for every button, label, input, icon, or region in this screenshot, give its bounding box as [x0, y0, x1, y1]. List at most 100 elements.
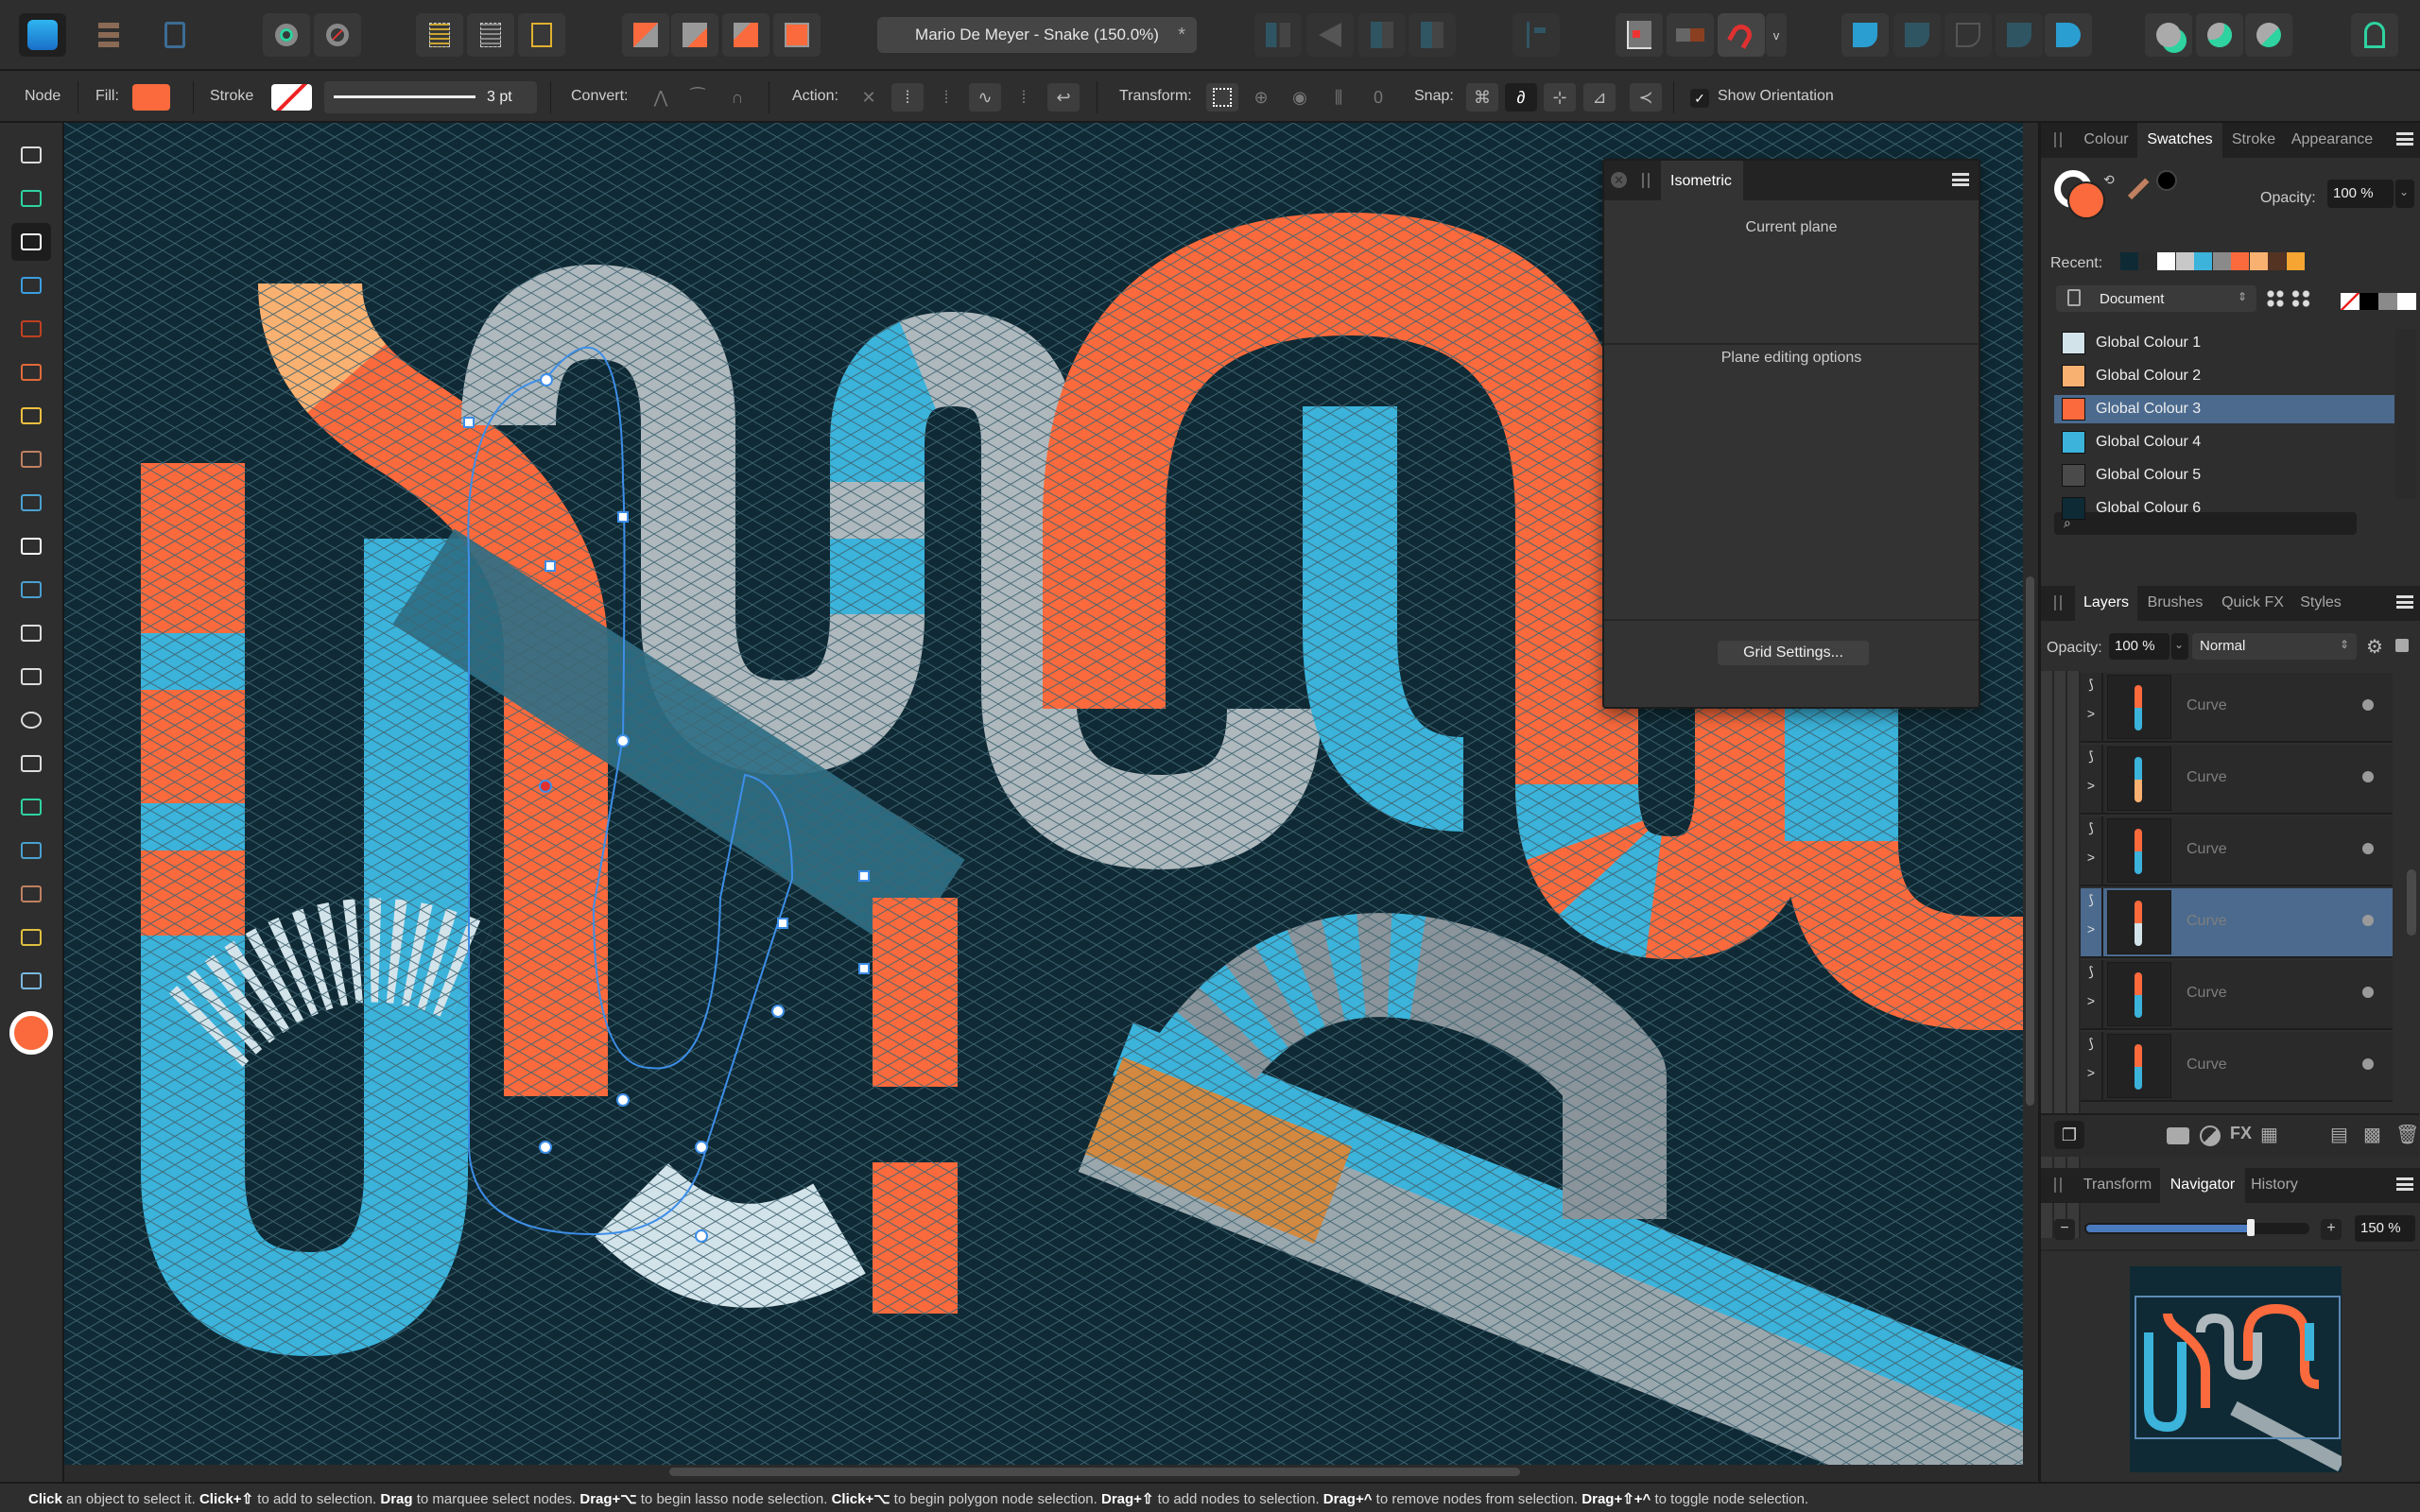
- ellipse-tool-icon[interactable]: [11, 701, 51, 739]
- visibility-toggle[interactable]: [2362, 915, 2374, 926]
- expand-chevron-icon[interactable]: >: [2081, 993, 2101, 1008]
- recent-swatch[interactable]: [2249, 252, 2268, 270]
- insert-behind-icon[interactable]: [2145, 13, 2192, 57]
- swatch-list-scrollbar[interactable]: [2395, 329, 2416, 499]
- quick-swatch[interactable]: [2378, 293, 2397, 310]
- shape-builder-tool-icon[interactable]: [11, 788, 51, 826]
- add-pixel-layer-icon[interactable]: ▩: [2363, 1123, 2381, 1146]
- visibility-toggle[interactable]: [2362, 843, 2374, 854]
- export-persona-icon[interactable]: [151, 13, 199, 57]
- tab-isometric[interactable]: Isometric: [1661, 161, 1743, 200]
- zoom-slider[interactable]: [2084, 1219, 2309, 1236]
- layer-row[interactable]: ⟆ > Curve: [2081, 673, 2393, 743]
- lock-icon[interactable]: [2395, 639, 2409, 652]
- layer-opacity-dropdown-icon[interactable]: ⌄: [2171, 633, 2188, 660]
- select-all-icon[interactable]: [416, 13, 463, 57]
- add-layer-icon[interactable]: ▤: [2330, 1123, 2348, 1146]
- add-swatch-icon[interactable]: [2266, 289, 2285, 308]
- recent-swatch[interactable]: [2157, 252, 2175, 270]
- layer-row[interactable]: ⟆ > Curve: [2081, 1032, 2393, 1102]
- convert-smart-icon[interactable]: ∩: [721, 83, 753, 112]
- join-curves-icon[interactable]: ∿: [969, 83, 1001, 112]
- tab-appearance[interactable]: Appearance: [2285, 123, 2379, 158]
- delete-layer-icon[interactable]: 🗑: [2395, 1123, 2419, 1146]
- fill-well[interactable]: [2067, 181, 2105, 219]
- stroke-width-slider[interactable]: 3 pt: [324, 81, 537, 113]
- visibility-toggle[interactable]: [2362, 771, 2374, 782]
- swatch-item[interactable]: Global Colour 6: [2054, 494, 2394, 523]
- transform-hide-icon[interactable]: ◉: [1284, 83, 1316, 112]
- flip-horizontal-icon[interactable]: [1254, 13, 1302, 57]
- measure-tool-icon[interactable]: [11, 919, 51, 956]
- fill-swatch[interactable]: [132, 84, 170, 111]
- transparency-tool-icon[interactable]: [11, 527, 51, 565]
- navigator-panel-menu-icon[interactable]: [2396, 1177, 2413, 1191]
- panel-menu-icon[interactable]: [1952, 173, 1969, 186]
- visibility-toggle[interactable]: [2362, 699, 2374, 711]
- reverse-icon[interactable]: ↩: [1047, 83, 1080, 112]
- snap-nodes-icon[interactable]: ⌘: [1466, 83, 1498, 112]
- tab-layers[interactable]: Layers: [2075, 586, 2137, 621]
- colour-picker-tool-icon[interactable]: [11, 875, 51, 913]
- visibility-toggle[interactable]: [2362, 987, 2374, 998]
- artboard-tool-icon[interactable]: [11, 180, 51, 217]
- layers-stack-icon[interactable]: ❐: [2054, 1121, 2084, 1149]
- point-transform-tool-icon[interactable]: [11, 266, 51, 304]
- blend-mode-select[interactable]: Normal ⇕: [2192, 633, 2357, 660]
- document-tab[interactable]: Mario De Meyer - Snake (150.0%) *: [877, 17, 1197, 53]
- fx-icon[interactable]: FX: [2230, 1124, 2252, 1143]
- recent-swatch[interactable]: [2194, 252, 2212, 270]
- gear-icon[interactable]: ⚙: [2366, 635, 2383, 659]
- quick-swatch[interactable]: [2341, 293, 2360, 310]
- flip-vertical-icon[interactable]: [1306, 13, 1354, 57]
- expand-chevron-icon[interactable]: >: [2081, 1065, 2101, 1080]
- recent-swatch[interactable]: [2175, 252, 2194, 270]
- intersect-boolean-icon[interactable]: [1945, 13, 1992, 57]
- affinity-designer-logo-icon[interactable]: [19, 13, 66, 57]
- recent-swatch[interactable]: [2120, 252, 2138, 270]
- expand-chevron-icon[interactable]: >: [2081, 778, 2101, 793]
- colour-well[interactable]: [9, 1011, 53, 1055]
- recent-swatch[interactable]: [2212, 252, 2231, 270]
- expand-chevron-icon[interactable]: >: [2081, 850, 2101, 865]
- vertical-scroll-thumb[interactable]: [2026, 576, 2034, 1106]
- add-boolean-icon[interactable]: [1841, 13, 1889, 57]
- palette-select[interactable]: Document ⇕: [2056, 285, 2256, 312]
- break-curve-icon[interactable]: ✕: [853, 83, 885, 112]
- node-tool-icon[interactable]: [11, 223, 51, 261]
- snapping-icon[interactable]: [1616, 13, 1663, 57]
- quick-swatch[interactable]: [2397, 293, 2416, 310]
- stroke-swatch[interactable]: [271, 84, 312, 111]
- fill-tool-icon[interactable]: [11, 484, 51, 522]
- pen-tool-icon[interactable]: [11, 353, 51, 391]
- zoom-in-button[interactable]: +: [2321, 1219, 2342, 1240]
- opacity-dropdown-icon[interactable]: ⌄: [2395, 180, 2414, 208]
- swatch-opacity-field[interactable]: 100 %: [2327, 180, 2394, 208]
- force-pixel-alignment-icon[interactable]: [1667, 13, 1714, 57]
- quick-swatch[interactable]: [2360, 293, 2378, 310]
- recent-swatch[interactable]: [2231, 252, 2249, 270]
- vector-crop-tool-icon[interactable]: [11, 614, 51, 652]
- zoom-tool-icon[interactable]: [11, 962, 51, 1000]
- layer-opacity-field[interactable]: 100 %: [2109, 633, 2169, 660]
- transform-mode-icon[interactable]: [1206, 83, 1238, 112]
- zoom-slider-handle[interactable]: [2246, 1219, 2255, 1236]
- snap-angle-icon[interactable]: ≺: [1630, 83, 1662, 112]
- snap-settings-icon[interactable]: [263, 13, 310, 57]
- assistant-icon[interactable]: [2351, 13, 2398, 57]
- picked-colour-well[interactable]: [2156, 170, 2177, 191]
- tab-styles[interactable]: Styles: [2292, 586, 2349, 621]
- delete-swatch-icon[interactable]: [2290, 289, 2311, 308]
- deselect-icon[interactable]: [467, 13, 514, 57]
- recent-swatch[interactable]: [2286, 252, 2305, 270]
- rotate-clockwise-icon[interactable]: [1409, 13, 1456, 57]
- no-snapping-icon[interactable]: [314, 13, 361, 57]
- swap-colours-icon[interactable]: ⟲: [2103, 172, 2115, 188]
- move-to-front-icon[interactable]: [773, 13, 821, 57]
- swatches-panel-menu-icon[interactable]: [2396, 132, 2413, 146]
- pencil-tool-icon[interactable]: [11, 397, 51, 435]
- transform-lock-icon[interactable]: ⫼: [1322, 83, 1355, 112]
- swatch-item[interactable]: Global Colour 5: [2054, 461, 2394, 490]
- snapping-magnet-icon[interactable]: [1718, 13, 1765, 57]
- align-icon[interactable]: [1512, 13, 1560, 57]
